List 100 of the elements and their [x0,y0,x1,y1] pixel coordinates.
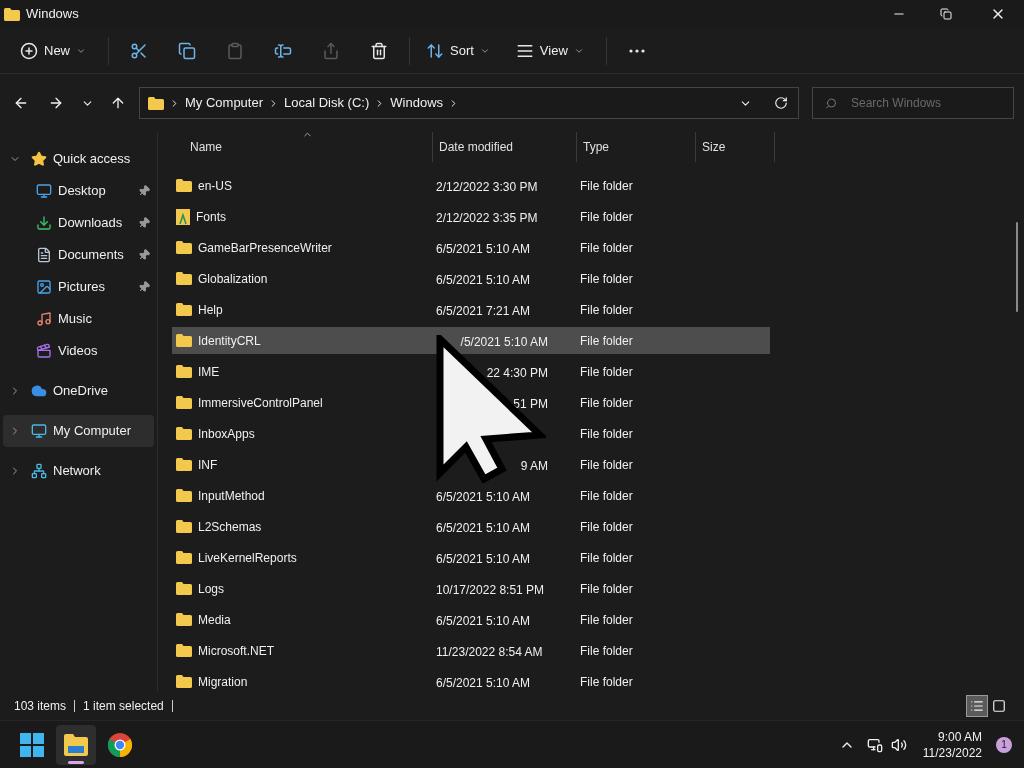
file-type: File folder [579,611,633,629]
sidebar-item[interactable]: Desktop [3,175,154,207]
sidebar-item[interactable]: Downloads [3,207,154,239]
file-row[interactable]: InputMethod 6/5/2021 5:10 AM File folder [172,482,770,509]
file-type: File folder [579,580,633,598]
date-modified: 2/12/2022 3:35 PM [436,210,538,225]
address-bar[interactable]: My Computer Local Disk (C:) Windows [139,87,799,119]
folder-icon [176,644,192,657]
date-modified: /5/2021 5:10 AM [460,334,548,349]
folder-icon [176,396,192,409]
column-header[interactable]: Name [172,132,432,162]
mouse-pointer-icon [436,335,546,483]
file-row[interactable]: Fonts 2/12/2022 3:35 PM File folder [172,203,770,230]
sidebar-item[interactable]: Network [3,455,154,487]
file-name: Help [198,301,223,319]
restore-icon[interactable] [940,8,952,20]
file-type: File folder [579,394,633,412]
search-field[interactable]: Search Windows [812,87,1014,119]
file-name: LiveKernelReports [198,549,297,567]
notification-badge[interactable]: 1 [996,736,1012,753]
list-icon [970,699,984,713]
sidebar-item[interactable]: Pictures [3,271,154,303]
new-icon [20,41,38,60]
sidebar-label: OneDrive [53,382,109,401]
breadcrumb-item[interactable]: My Computer [185,93,264,113]
date-modified: 22 4:30 PM [486,365,548,380]
date-modified: 6/5/2021 5:10 AM [436,489,531,504]
toolbar-button[interactable]: View [505,34,594,67]
file-row[interactable]: Media 6/5/2021 5:10 AM File folder [172,606,770,633]
sort-icon [426,41,444,60]
sidebar-label: Documents [58,246,125,265]
sidebar-item[interactable]: Music [3,303,154,335]
refresh-icon[interactable] [774,96,788,110]
folder-icon [176,675,192,688]
date-modified: 6/5/2021 5:10 AM [436,520,531,535]
share-icon [322,41,340,60]
file-row[interactable]: Help 6/5/2021 7:21 AM File folder [172,296,770,323]
trash-icon [370,41,388,60]
window-title: Windows [26,5,80,24]
file-row[interactable]: Microsoft.NET 11/23/2022 8:54 AM File folder [172,637,770,664]
file-name: Globalization [198,270,268,288]
sidebar-item[interactable]: Quick access [3,143,154,175]
folder-icon [176,458,192,471]
forward-icon[interactable] [48,95,64,111]
search-input[interactable]: Search Windows [851,94,1001,112]
file-type: File folder [579,363,633,381]
file-name: Media [198,611,231,629]
scissors-icon [130,41,148,60]
folder-icon [176,303,192,316]
sidebar-item[interactable]: Videos [3,335,154,367]
folder-icon [176,427,192,440]
toolbar-button[interactable]: Sort [416,34,500,67]
file-row[interactable]: GameBarPresenceWriter 6/5/2021 5:10 AM File folder [172,234,770,261]
folder-icon [176,241,192,254]
file-row[interactable]: Logs 10/17/2022 8:51 PM File folder [172,575,770,602]
back-icon[interactable] [13,95,29,111]
file-row[interactable]: Migration 6/5/2021 5:10 AM File folder [172,668,770,695]
file-type: File folder [579,487,633,505]
file-name: ImmersiveControlPanel [198,394,323,412]
file-row[interactable]: L2Schemas 6/5/2021 5:10 AM File folder [172,513,770,540]
file-row[interactable]: LiveKernelReports 6/5/2021 5:10 AM File folder [172,544,770,571]
browser-logo-icon [108,732,132,757]
file-row[interactable]: en-US 2/12/2022 3:30 PM File folder [172,172,770,199]
sidebar-item[interactable]: My Computer [3,415,154,447]
column-header[interactable]: Size [695,132,775,162]
file-name: en-US [198,177,232,195]
toolbar-button[interactable]: New [10,34,96,67]
video-icon [36,343,52,359]
file-name: IME [198,363,220,381]
breadcrumb-item[interactable]: Local Disk (C:) [284,93,370,113]
file-row[interactable]: INF 9 AM File folder [172,451,770,478]
volume-icon[interactable] [890,736,907,753]
date-modified: 6/5/2021 5:10 AM [436,675,531,690]
breadcrumb-item[interactable]: Windows [390,93,444,113]
details-view-button[interactable] [966,695,988,717]
up-icon[interactable] [110,95,126,111]
music-icon [36,311,52,327]
file-type: File folder [579,270,633,288]
network-status-icon[interactable] [866,736,883,753]
date-modified: 11/23/2022 8:54 AM [436,644,543,659]
file-explorer-button[interactable] [56,724,96,765]
file-row[interactable]: IME 22 4:30 PM File folder [172,358,770,385]
file-row[interactable]: IdentityCRL /5/2021 5:10 AM File folder [172,327,770,354]
sidebar-label: Videos [58,342,99,361]
scrollbar-thumb[interactable] [1016,222,1018,312]
file-type: File folder [579,425,633,443]
column-header[interactable]: Date modified [432,132,576,162]
file-row[interactable]: ImmersiveControlPanel 51 PM File folder [172,389,770,416]
sidebar-item[interactable]: Documents [3,239,154,271]
clock-time[interactable]: 9:00 AM [937,728,982,745]
column-header[interactable]: Type [576,132,695,162]
item-count: 103 items [14,698,67,715]
file-row[interactable]: InboxApps File folder [172,420,770,447]
sidebar-item[interactable]: OneDrive [3,375,154,407]
date-modified: 51 PM [513,396,548,411]
file-row[interactable]: Globalization 6/5/2021 5:10 AM File folder [172,265,770,292]
file-name: Migration [198,673,248,691]
star-icon [31,151,47,167]
clock-date[interactable]: 11/23/2022 [922,744,982,761]
sidebar-label: Pictures [58,278,106,297]
